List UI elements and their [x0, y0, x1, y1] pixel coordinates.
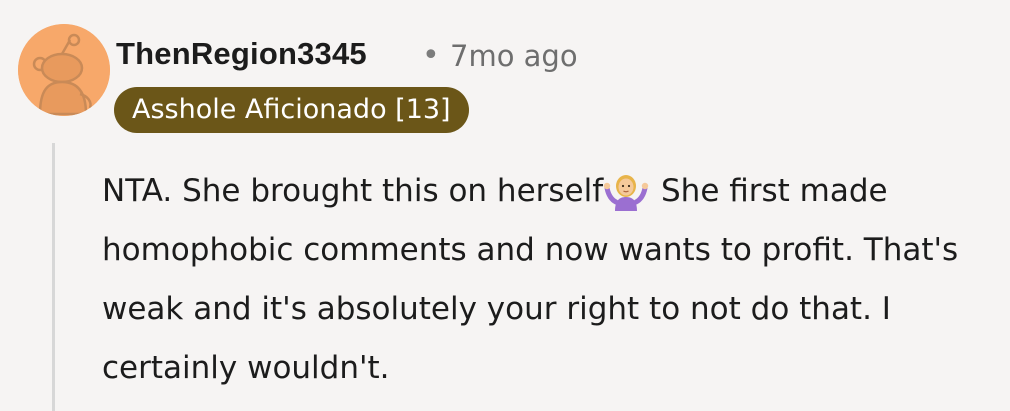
snoo-avatar-icon: [18, 24, 110, 116]
comment-body: NTA. She brought this on herself She fir…: [102, 162, 982, 398]
comment-paragraph: NTA. She brought this on herself She fir…: [102, 162, 982, 398]
person-shrugging-emoji-icon: [603, 171, 649, 211]
comment-text-start: NTA. She brought this on herself: [102, 173, 604, 209]
user-flair-badge: Asshole Aficionado [13]: [114, 87, 469, 133]
username-link[interactable]: ThenRegion3345: [116, 36, 367, 72]
user-avatar[interactable]: [18, 24, 110, 116]
thread-collapse-line[interactable]: [52, 143, 55, 411]
comment-timestamp[interactable]: 7mo ago: [450, 39, 578, 73]
separator-dot: •: [422, 38, 440, 73]
